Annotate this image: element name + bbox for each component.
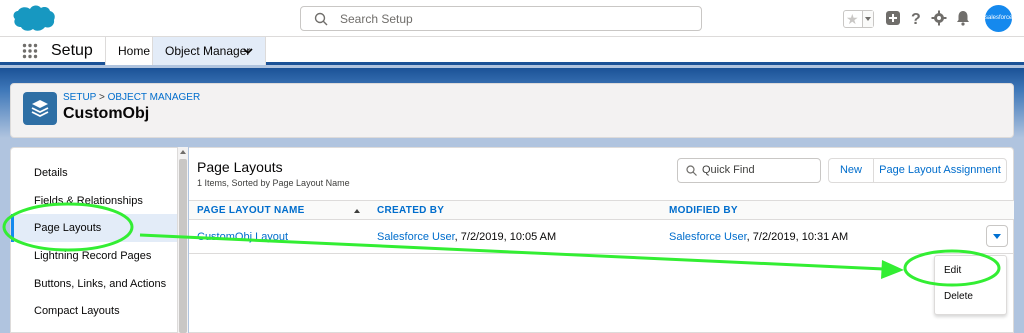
scrollbar-thumb[interactable]	[179, 159, 187, 333]
layout-name-link[interactable]: CustomObj Layout	[197, 231, 288, 243]
new-button[interactable]: New	[828, 158, 874, 183]
sort-ascending-icon[interactable]	[354, 209, 360, 213]
chevron-down-icon[interactable]	[243, 46, 253, 56]
gear-icon[interactable]	[931, 10, 947, 26]
page-header: SETUP > OBJECT MANAGER CustomObj	[10, 83, 1014, 138]
app-launcher-icon[interactable]	[22, 43, 38, 59]
sidebar-item-details[interactable]: Details	[11, 159, 178, 187]
user-avatar[interactable]: salesforce	[985, 5, 1012, 32]
add-icon[interactable]	[885, 10, 901, 26]
created-by-cell: Salesforce User, 7/2/2019, 10:05 AM	[377, 231, 556, 243]
table-row: CustomObj Layout Salesforce User, 7/2/20…	[189, 222, 1014, 254]
page-layout-assignment-button[interactable]: Page Layout Assignment	[873, 158, 1007, 183]
modified-date: , 7/2/2019, 10:31 AM	[746, 231, 849, 243]
section-title: Page Layouts	[197, 159, 283, 175]
breadcrumb-setup-link[interactable]: SETUP	[63, 92, 96, 103]
sidebar-item-buttons-links-actions[interactable]: Buttons, Links, and Actions	[11, 270, 178, 298]
search-placeholder: Search Setup	[340, 12, 413, 26]
table-header: PAGE LAYOUT NAME CREATED BY MODIFIED BY	[189, 200, 1014, 220]
created-date: , 7/2/2019, 10:05 AM	[454, 231, 557, 243]
favorites-button[interactable]: ★	[843, 10, 874, 28]
sidebar-item-compact-layouts[interactable]: Compact Layouts	[11, 297, 178, 325]
main-panel: Page Layouts 1 Items, Sorted by Page Lay…	[189, 147, 1014, 333]
quick-find-placeholder: Quick Find	[702, 164, 755, 176]
app-name: Setup	[51, 42, 93, 59]
sidebar: Details Fields & Relationships Page Layo…	[10, 147, 188, 333]
created-by-user-link[interactable]: Salesforce User	[377, 231, 455, 243]
global-search-input[interactable]: Search Setup	[300, 6, 702, 31]
notification-bell-icon[interactable]	[955, 10, 971, 26]
quick-find-input[interactable]: Quick Find	[677, 158, 821, 183]
global-header: Search Setup ★ ? salesforce	[0, 0, 1024, 37]
help-icon[interactable]: ?	[908, 10, 924, 26]
favorites-dropdown-icon[interactable]	[862, 11, 873, 27]
sidebar-scrollbar[interactable]	[177, 147, 188, 333]
menu-item-edit[interactable]: Edit	[944, 265, 961, 276]
breadcrumb-object-manager-link[interactable]: OBJECT MANAGER	[108, 92, 201, 103]
page-title: CustomObj	[63, 105, 150, 122]
modified-by-cell: Salesforce User, 7/2/2019, 10:31 AM	[669, 231, 848, 243]
breadcrumb: SETUP > OBJECT MANAGER	[63, 92, 200, 103]
row-actions-menu: Edit Delete	[934, 255, 1007, 315]
column-header-page-layout-name[interactable]: PAGE LAYOUT NAME	[197, 205, 305, 216]
row-actions-dropdown-button[interactable]	[986, 225, 1008, 247]
salesforce-logo-icon[interactable]	[12, 4, 56, 34]
object-layers-icon	[23, 92, 57, 125]
sidebar-item-page-layouts[interactable]: Page Layouts	[11, 214, 178, 242]
sidebar-item-lightning-record-pages[interactable]: Lightning Record Pages	[11, 242, 178, 270]
menu-item-delete[interactable]: Delete	[944, 291, 973, 302]
tab-home[interactable]: Home	[105, 37, 153, 65]
section-subtitle: 1 Items, Sorted by Page Layout Name	[197, 178, 350, 188]
search-icon	[314, 12, 328, 26]
search-icon	[686, 165, 697, 176]
sidebar-item-fields-relationships[interactable]: Fields & Relationships	[11, 187, 178, 215]
scroll-up-icon[interactable]	[180, 150, 186, 154]
column-header-created-by[interactable]: CREATED BY	[377, 205, 444, 216]
tab-object-manager-label: Object Manager	[165, 44, 251, 58]
breadcrumb-separator: >	[98, 92, 105, 103]
modified-by-user-link[interactable]: Salesforce User	[669, 231, 747, 243]
svg-text:?: ?	[911, 11, 921, 26]
context-nav-bar: Setup Home Object Manager	[0, 37, 1024, 65]
tab-object-manager[interactable]: Object Manager	[152, 37, 266, 65]
column-header-modified-by[interactable]: MODIFIED BY	[669, 205, 738, 216]
star-icon: ★	[846, 11, 859, 27]
